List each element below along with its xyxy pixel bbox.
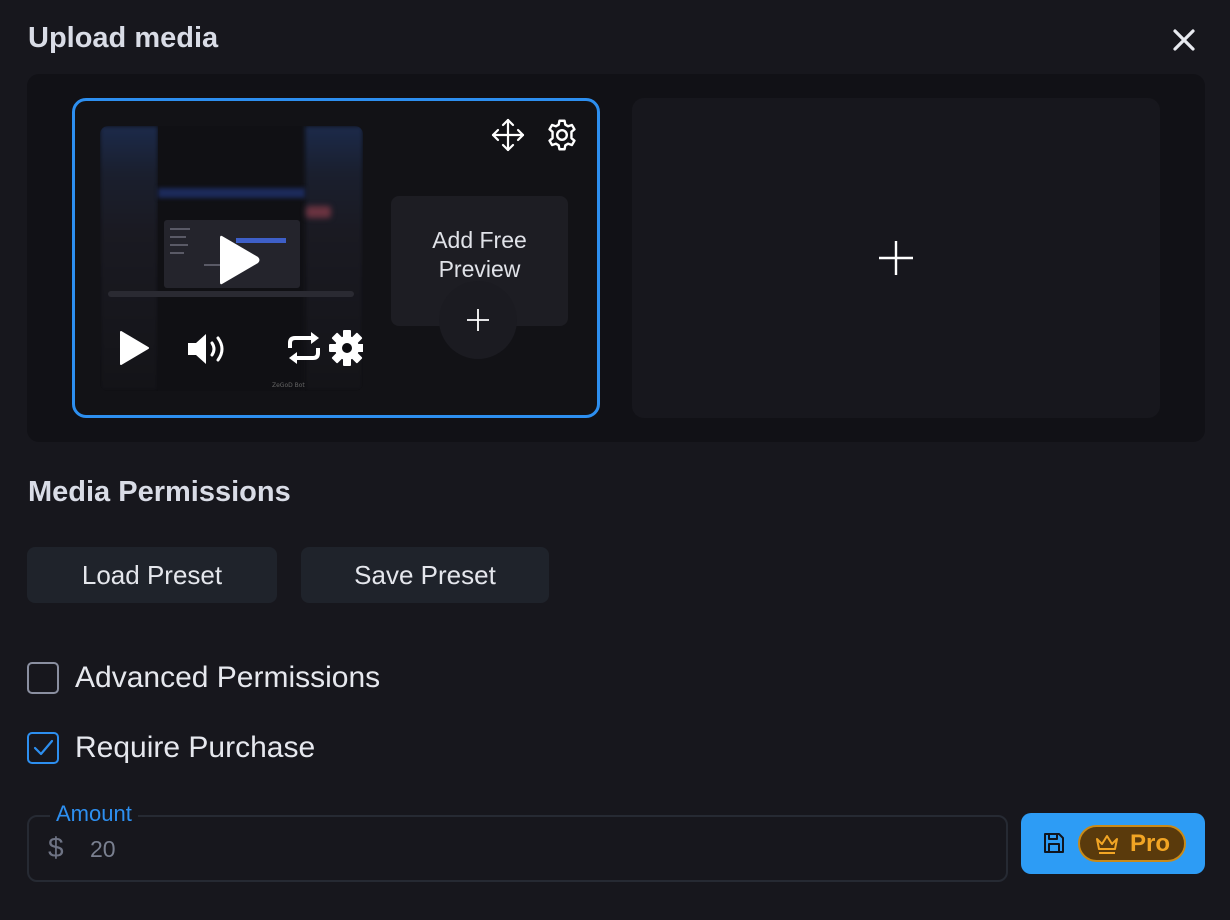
repeat-icon	[288, 332, 320, 364]
require-purchase-checkbox-row[interactable]: Require Purchase	[27, 731, 315, 765]
add-free-preview-label: Add Free Preview	[432, 227, 527, 282]
close-icon	[1173, 29, 1195, 51]
require-purchase-label: Require Purchase	[75, 731, 316, 764]
add-free-preview-plus[interactable]	[439, 281, 517, 359]
close-button[interactable]	[1168, 24, 1200, 56]
volume-icon	[188, 334, 224, 364]
move-icon	[491, 118, 525, 152]
video-repeat-button[interactable]	[285, 330, 323, 371]
gear-icon	[548, 119, 576, 151]
move-handle[interactable]	[490, 117, 526, 158]
pro-label: Pro	[1129, 829, 1170, 857]
play-icon	[220, 235, 260, 285]
advanced-permissions-label: Advanced Permissions	[75, 661, 381, 694]
amount-label: Amount	[50, 801, 138, 827]
add-media-slot[interactable]	[632, 98, 1160, 418]
video-play-button[interactable]	[117, 329, 151, 372]
video-volume-button[interactable]	[186, 331, 232, 372]
require-purchase-checkbox[interactable]	[27, 732, 59, 764]
checkmark-icon	[33, 739, 54, 756]
video-frame-accent	[306, 206, 331, 218]
save-button[interactable]: Pro	[1021, 813, 1205, 874]
crown-icon	[1095, 834, 1118, 854]
plus-icon	[467, 309, 489, 331]
media-card[interactable]: ZeGoD Bot Add Free Preview	[72, 98, 600, 418]
plus-icon	[879, 241, 913, 275]
advanced-permissions-checkbox[interactable]	[27, 662, 59, 694]
video-progress-bar[interactable]	[108, 291, 354, 297]
save-icon	[1044, 833, 1064, 853]
save-preset-button[interactable]: Save Preset	[301, 547, 549, 603]
video-center-play-button[interactable]	[208, 230, 268, 290]
media-permissions-title: Media Permissions	[28, 476, 291, 508]
video-settings-button[interactable]	[326, 327, 363, 374]
advanced-permissions-checkbox-row[interactable]: Advanced Permissions	[27, 661, 380, 695]
gear-icon	[329, 330, 363, 366]
video-caption: ZeGoD Bot	[272, 382, 305, 389]
play-icon	[120, 331, 149, 365]
video-player[interactable]: ZeGoD Bot	[100, 126, 363, 391]
load-preset-button[interactable]: Load Preset	[27, 547, 277, 603]
amount-input[interactable]	[90, 834, 970, 864]
media-settings-button[interactable]	[544, 117, 580, 158]
currency-symbol: $	[48, 832, 64, 863]
dialog-title: Upload media	[28, 22, 219, 54]
pro-badge: Pro	[1078, 825, 1186, 862]
video-frame-bar	[158, 188, 305, 198]
